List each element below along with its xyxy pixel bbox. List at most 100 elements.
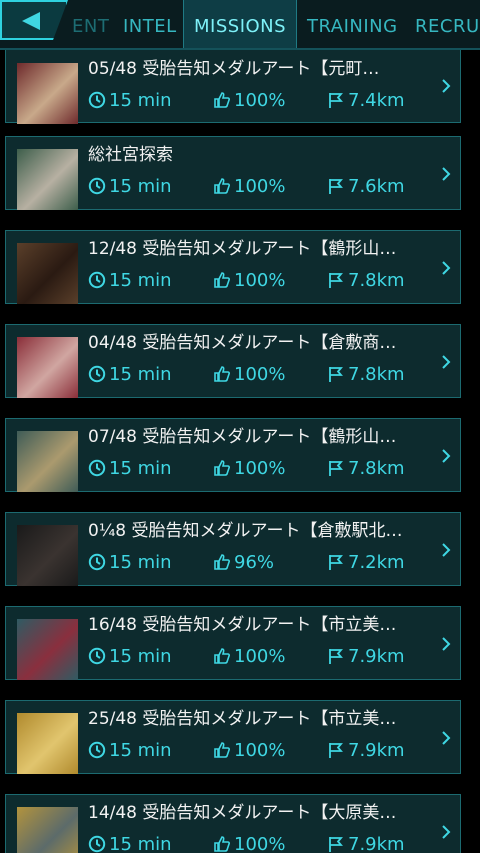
mission-rating: 100% [213, 269, 285, 293]
mission-card[interactable]: 04/48 受胎告知メダルアート【倉敷商… 15 min 100% 7.8km [5, 324, 461, 398]
flag-icon [329, 461, 343, 476]
chevron-right-icon[interactable] [440, 259, 452, 277]
mission-time-value: 15 min [109, 90, 172, 111]
mission-distance-value: 7.9km [348, 740, 405, 761]
tab-bar: ENT INTEL MISSIONS TRAINING RECRU [0, 0, 480, 50]
flag-icon [329, 837, 343, 852]
mission-time-value: 15 min [109, 458, 172, 479]
mission-list[interactable]: 05/48 受胎告知メダルアート【元町… 15 min 100% 7.4km 総社宮探索… [0, 50, 480, 853]
clock-icon [88, 647, 106, 665]
flag-icon [329, 93, 343, 108]
mission-rating-value: 100% [234, 364, 286, 385]
mission-time: 15 min [88, 175, 172, 199]
mission-title: 04/48 受胎告知メダルアート【倉敷商… [88, 333, 397, 353]
mission-thumbnail [17, 431, 78, 492]
thumbs-up-icon [214, 92, 230, 108]
thumbs-up-icon [214, 742, 230, 758]
mission-title: 07/48 受胎告知メダルアート【鶴形山… [88, 427, 397, 447]
mission-thumbnail [17, 807, 78, 853]
mission-title: 12/48 受胎告知メダルアート【鶴形山… [88, 239, 397, 259]
thumbs-up-icon [214, 272, 230, 288]
mission-title: 14/48 受胎告知メダルアート【大原美… [88, 803, 397, 823]
mission-distance: 7.9km [327, 645, 405, 669]
chevron-right-icon[interactable] [440, 77, 452, 95]
mission-card[interactable]: 12/48 受胎告知メダルアート【鶴形山… 15 min 100% 7.8km [5, 230, 461, 304]
chevron-right-icon[interactable] [440, 447, 452, 465]
mission-thumbnail [17, 337, 78, 398]
chevron-right-icon[interactable] [440, 165, 452, 183]
clock-icon [88, 835, 106, 853]
mission-rating-value: 100% [234, 834, 286, 853]
mission-card[interactable]: 05/48 受胎告知メダルアート【元町… 15 min 100% 7.4km [5, 50, 461, 124]
mission-time: 15 min [88, 739, 172, 763]
mission-distance-value: 7.2km [348, 552, 405, 573]
flag-icon [329, 555, 343, 570]
mission-distance-value: 7.8km [348, 364, 405, 385]
mission-title: 0¼8 受胎告知メダルアート【倉敷駅北… [88, 521, 403, 541]
mission-time-value: 15 min [109, 364, 172, 385]
mission-distance: 7.2km [327, 551, 405, 575]
mission-title: 16/48 受胎告知メダルアート【市立美… [88, 615, 397, 635]
chevron-right-icon[interactable] [440, 635, 452, 653]
mission-time-value: 15 min [109, 552, 172, 573]
mission-distance: 7.9km [327, 739, 405, 763]
back-button[interactable] [0, 0, 68, 40]
back-arrow-icon [22, 12, 40, 30]
mission-thumbnail [17, 525, 78, 586]
mission-rating-value: 100% [234, 646, 286, 667]
mission-card[interactable]: 16/48 受胎告知メダルアート【市立美… 15 min 100% 7.9km [5, 606, 461, 680]
flag-icon [329, 743, 343, 758]
mission-distance-value: 7.8km [348, 458, 405, 479]
clock-icon [88, 91, 106, 109]
tab-agent[interactable]: ENT [72, 0, 109, 48]
mission-thumbnail [17, 63, 78, 124]
mission-time: 15 min [88, 833, 172, 853]
mission-rating-value: 100% [234, 740, 286, 761]
clock-icon [88, 553, 106, 571]
mission-card[interactable]: 07/48 受胎告知メダルアート【鶴形山… 15 min 100% 7.8km [5, 418, 461, 492]
mission-rating-value: 100% [234, 176, 286, 197]
clock-icon [88, 741, 106, 759]
mission-time: 15 min [88, 269, 172, 293]
mission-card[interactable]: 14/48 受胎告知メダルアート【大原美… 15 min 100% 7.9km [5, 794, 461, 853]
chevron-right-icon[interactable] [440, 823, 452, 841]
thumbs-up-icon [214, 366, 230, 382]
chevron-right-icon[interactable] [440, 729, 452, 747]
mission-distance-value: 7.9km [348, 834, 405, 853]
mission-time: 15 min [88, 363, 172, 387]
mission-time: 15 min [88, 551, 172, 575]
mission-distance-value: 7.9km [348, 646, 405, 667]
mission-time-value: 15 min [109, 740, 172, 761]
flag-icon [329, 367, 343, 382]
mission-card[interactable]: 0¼8 受胎告知メダルアート【倉敷駅北… 15 min 96% 7.2km [5, 512, 461, 586]
chevron-right-icon[interactable] [440, 541, 452, 559]
chevron-right-icon[interactable] [440, 353, 452, 371]
tab-recruit[interactable]: RECRU [415, 0, 480, 48]
tab-intel[interactable]: INTEL [123, 0, 177, 48]
clock-icon [88, 365, 106, 383]
mission-rating: 100% [213, 363, 285, 387]
mission-rating-value: 96% [234, 552, 275, 573]
flag-icon [329, 179, 343, 194]
clock-icon [88, 459, 106, 477]
thumbs-up-icon [214, 648, 230, 664]
mission-rating: 100% [213, 89, 285, 113]
mission-distance: 7.8km [327, 269, 405, 293]
mission-card[interactable]: 25/48 受胎告知メダルアート【市立美… 15 min 100% 7.9km [5, 700, 461, 774]
mission-thumbnail [17, 619, 78, 680]
mission-thumbnail [17, 713, 78, 774]
mission-rating: 100% [213, 833, 285, 853]
mission-rating-value: 100% [234, 90, 286, 111]
mission-thumbnail [17, 243, 78, 304]
tab-training[interactable]: TRAINING [307, 0, 398, 48]
mission-time: 15 min [88, 89, 172, 113]
flag-icon [329, 273, 343, 288]
tab-missions[interactable]: MISSIONS [183, 0, 298, 48]
mission-distance: 7.6km [327, 175, 405, 199]
mission-title: 25/48 受胎告知メダルアート【市立美… [88, 709, 397, 729]
mission-rating: 100% [213, 739, 285, 763]
mission-rating: 100% [213, 457, 285, 481]
mission-card[interactable]: 総社宮探索 15 min 100% 7.6km [5, 136, 461, 210]
mission-rating: 96% [213, 551, 274, 575]
mission-distance-value: 7.8km [348, 270, 405, 291]
